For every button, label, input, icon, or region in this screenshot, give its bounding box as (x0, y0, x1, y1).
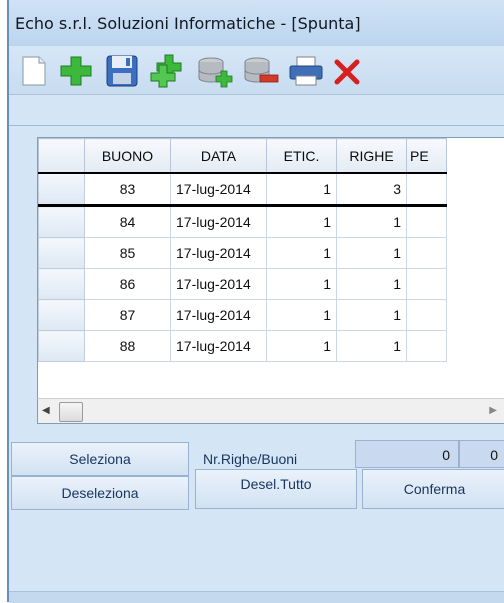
row-selector[interactable] (38, 205, 85, 238)
title-bar: Echo s.r.l. Soluzioni Informatiche - [Sp… (9, 0, 504, 46)
database-add-icon[interactable] (194, 54, 234, 88)
cell-pe[interactable] (406, 299, 447, 331)
cell-buono[interactable]: 83 (84, 172, 171, 207)
cell-righe[interactable]: 1 (336, 205, 407, 238)
cell-data[interactable]: 17-lug-2014 (170, 268, 267, 300)
cell-buono[interactable]: 88 (84, 330, 171, 362)
nr-righe-buoni-label: Nr.Righe/Buoni (203, 451, 298, 467)
grid-header-row: BUONO DATA ETIC. RIGHE PE (38, 138, 447, 174)
data-grid: BUONO DATA ETIC. RIGHE PE 83 17-lug-2014… (37, 137, 504, 401)
cell-righe[interactable]: 1 (336, 330, 407, 362)
cell-pe[interactable] (406, 330, 447, 362)
status-bar (9, 591, 504, 603)
cell-buono[interactable]: 87 (84, 299, 171, 331)
column-header-buono[interactable]: BUONO (84, 138, 171, 174)
cell-etic[interactable]: 1 (266, 205, 337, 238)
table-row[interactable]: 85 17-lug-2014 1 1 (38, 237, 447, 269)
column-header-etic[interactable]: ETIC. (266, 138, 337, 174)
cell-data[interactable]: 17-lug-2014 (170, 205, 267, 238)
cell-pe[interactable] (406, 237, 447, 269)
scroll-left-icon[interactable]: ◀ (42, 405, 50, 416)
horizontal-scrollbar[interactable]: ◀ ▶ (37, 398, 504, 424)
close-icon[interactable] (327, 54, 367, 88)
column-header-pe[interactable]: PE (406, 138, 447, 174)
cell-buono[interactable]: 85 (84, 237, 171, 269)
cell-data[interactable]: 17-lug-2014 (170, 330, 267, 362)
seleziona-button[interactable]: Seleziona (11, 442, 189, 476)
cell-etic[interactable]: 1 (266, 237, 337, 269)
cell-righe[interactable]: 3 (336, 172, 407, 207)
table-row[interactable]: 87 17-lug-2014 1 1 (38, 299, 447, 331)
nr-righe-field: 0 (355, 440, 459, 468)
cell-pe[interactable] (406, 268, 447, 300)
row-selector-header (38, 138, 85, 174)
cell-etic[interactable]: 1 (266, 299, 337, 331)
window-title: Echo s.r.l. Soluzioni Informatiche - [Sp… (15, 14, 361, 33)
cell-etic[interactable]: 1 (266, 268, 337, 300)
cell-data[interactable]: 17-lug-2014 (170, 172, 267, 207)
print-icon[interactable] (286, 54, 326, 88)
app-window: Echo s.r.l. Soluzioni Informatiche - [Sp… (7, 0, 504, 603)
add-multiple-icon[interactable] (148, 54, 188, 88)
desel-tutto-button[interactable]: Desel.Tutto (195, 469, 357, 509)
cell-righe[interactable]: 1 (336, 237, 407, 269)
cell-pe[interactable] (406, 205, 447, 238)
cell-buono[interactable]: 84 (84, 205, 171, 238)
table-row[interactable]: 88 17-lug-2014 1 1 (38, 330, 447, 362)
cell-data[interactable]: 17-lug-2014 (170, 237, 267, 269)
cell-etic[interactable]: 1 (266, 172, 337, 207)
new-document-icon[interactable] (13, 54, 53, 88)
add-icon[interactable] (56, 54, 96, 88)
row-selector[interactable] (38, 299, 85, 331)
cell-etic[interactable]: 1 (266, 330, 337, 362)
column-header-data[interactable]: DATA (170, 138, 267, 174)
cell-righe[interactable]: 1 (336, 268, 407, 300)
cell-buono[interactable]: 86 (84, 268, 171, 300)
cell-data[interactable]: 17-lug-2014 (170, 299, 267, 331)
row-selector[interactable] (38, 330, 85, 362)
table-row[interactable]: 86 17-lug-2014 1 1 (38, 268, 447, 300)
scrollbar-thumb[interactable] (59, 402, 83, 422)
table-row[interactable]: 84 17-lug-2014 1 1 (38, 205, 447, 238)
row-selector[interactable] (38, 237, 85, 269)
toolbar (9, 46, 504, 95)
table-row[interactable]: 83 17-lug-2014 1 3 (38, 172, 447, 207)
grid-table: BUONO DATA ETIC. RIGHE PE 83 17-lug-2014… (38, 138, 447, 362)
conferma-button[interactable]: Conferma (362, 469, 504, 509)
column-header-righe[interactable]: RIGHE (336, 138, 407, 174)
deseleziona-button[interactable]: Deseleziona (11, 476, 189, 510)
nr-buoni-field: 0 (459, 440, 504, 468)
database-remove-icon[interactable] (240, 54, 280, 88)
row-selector[interactable] (38, 172, 85, 207)
scroll-right-icon[interactable]: ▶ (489, 405, 497, 416)
cell-righe[interactable]: 1 (336, 299, 407, 331)
row-selector[interactable] (38, 268, 85, 300)
cell-pe[interactable] (406, 172, 447, 207)
save-icon[interactable] (102, 54, 142, 88)
